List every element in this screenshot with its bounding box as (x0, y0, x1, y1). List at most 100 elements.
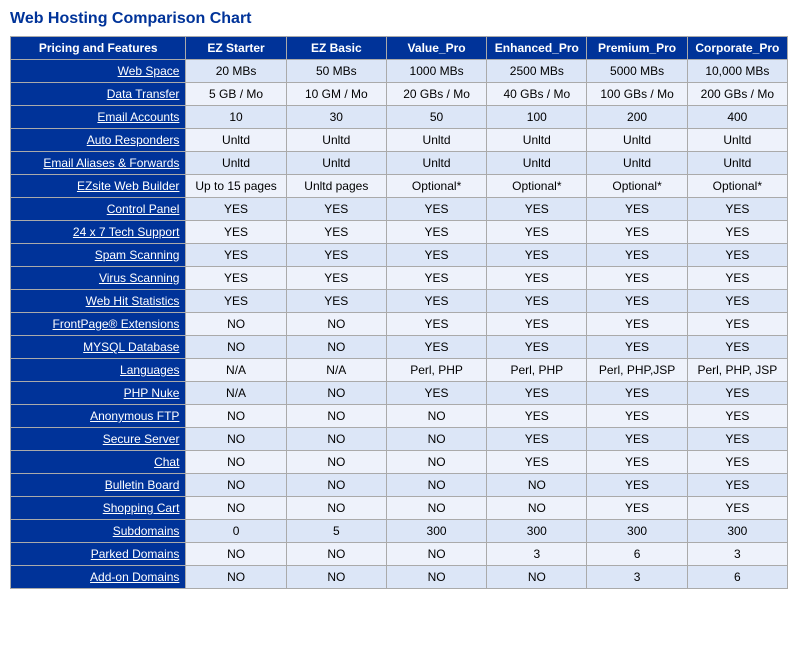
table-row: Email Accounts103050100200400 (11, 106, 788, 129)
cell-value: YES (687, 474, 787, 497)
table-row: Web Space20 MBs50 MBs1000 MBs2500 MBs500… (11, 60, 788, 83)
feature-label[interactable]: Auto Responders (11, 129, 186, 152)
feature-label[interactable]: Anonymous FTP (11, 405, 186, 428)
cell-value: NO (286, 566, 386, 589)
feature-label[interactable]: Web Space (11, 60, 186, 83)
cell-value: Optional* (386, 175, 486, 198)
cell-value: NO (186, 451, 286, 474)
table-row: Virus ScanningYESYESYESYESYESYES (11, 267, 788, 290)
feature-label[interactable]: 24 x 7 Tech Support (11, 221, 186, 244)
feature-label[interactable]: Secure Server (11, 428, 186, 451)
cell-value: Unltd (186, 129, 286, 152)
feature-label[interactable]: Subdomains (11, 520, 186, 543)
cell-value: YES (386, 267, 486, 290)
plan-header-enhanced-pro: Enhanced_Pro (487, 37, 587, 60)
table-row: ChatNONONOYESYESYES (11, 451, 788, 474)
plan-header-value-pro: Value_Pro (386, 37, 486, 60)
cell-value: 0 (186, 520, 286, 543)
cell-value: NO (386, 428, 486, 451)
table-row: Parked DomainsNONONO363 (11, 543, 788, 566)
feature-label[interactable]: EZsite Web Builder (11, 175, 186, 198)
plan-header-premium-pro: Premium_Pro (587, 37, 687, 60)
table-row: Web Hit StatisticsYESYESYESYESYESYES (11, 290, 788, 313)
cell-value: NO (286, 405, 386, 428)
feature-label[interactable]: Web Hit Statistics (11, 290, 186, 313)
cell-value: 3 (487, 543, 587, 566)
feature-label[interactable]: Shopping Cart (11, 497, 186, 520)
cell-value: YES (386, 382, 486, 405)
cell-value: YES (687, 497, 787, 520)
table-row: Shopping CartNONONONOYESYES (11, 497, 788, 520)
cell-value: NO (286, 451, 386, 474)
cell-value: YES (587, 382, 687, 405)
cell-value: 5000 MBs (587, 60, 687, 83)
feature-label[interactable]: MYSQL Database (11, 336, 186, 359)
table-row: MYSQL DatabaseNONOYESYESYESYES (11, 336, 788, 359)
table-row: Bulletin BoardNONONONOYESYES (11, 474, 788, 497)
cell-value: 6 (687, 566, 787, 589)
cell-value: YES (587, 198, 687, 221)
feature-label[interactable]: FrontPage® Extensions (11, 313, 186, 336)
cell-value: Unltd (487, 152, 587, 175)
cell-value: Unltd pages (286, 175, 386, 198)
cell-value: Unltd (687, 129, 787, 152)
feature-label[interactable]: Spam Scanning (11, 244, 186, 267)
table-row: Control PanelYESYESYESYESYESYES (11, 198, 788, 221)
cell-value: Perl, PHP (386, 359, 486, 382)
cell-value: YES (687, 221, 787, 244)
cell-value: YES (687, 244, 787, 267)
cell-value: 300 (587, 520, 687, 543)
table-row: 24 x 7 Tech SupportYESYESYESYESYESYES (11, 221, 788, 244)
feature-label[interactable]: PHP Nuke (11, 382, 186, 405)
plan-header-ez-basic: EZ Basic (286, 37, 386, 60)
cell-value: YES (587, 221, 687, 244)
cell-value: Up to 15 pages (186, 175, 286, 198)
table-row: FrontPage® ExtensionsNONOYESYESYESYES (11, 313, 788, 336)
feature-label[interactable]: Virus Scanning (11, 267, 186, 290)
pricing-features-header: Pricing and Features (11, 37, 186, 60)
cell-value: NO (186, 336, 286, 359)
cell-value: YES (687, 336, 787, 359)
cell-value: YES (587, 336, 687, 359)
cell-value: NO (386, 543, 486, 566)
feature-label[interactable]: Bulletin Board (11, 474, 186, 497)
feature-label[interactable]: Email Aliases & Forwards (11, 152, 186, 175)
cell-value: YES (687, 405, 787, 428)
cell-value: NO (487, 474, 587, 497)
cell-value: YES (386, 336, 486, 359)
cell-value: 50 MBs (286, 60, 386, 83)
cell-value: YES (487, 451, 587, 474)
table-row: Secure ServerNONONOYESYESYES (11, 428, 788, 451)
feature-label[interactable]: Add-on Domains (11, 566, 186, 589)
table-row: Subdomains05300300300300 (11, 520, 788, 543)
cell-value: NO (286, 497, 386, 520)
feature-label[interactable]: Control Panel (11, 198, 186, 221)
cell-value: YES (286, 267, 386, 290)
table-row: Spam ScanningYESYESYESYESYESYES (11, 244, 788, 267)
cell-value: NO (386, 497, 486, 520)
cell-value: Unltd (587, 152, 687, 175)
cell-value: Unltd (687, 152, 787, 175)
cell-value: NO (487, 566, 587, 589)
cell-value: NO (186, 497, 286, 520)
cell-value: 10,000 MBs (687, 60, 787, 83)
feature-label[interactable]: Email Accounts (11, 106, 186, 129)
cell-value: 300 (386, 520, 486, 543)
feature-label[interactable]: Languages (11, 359, 186, 382)
cell-value: 3 (687, 543, 787, 566)
feature-label[interactable]: Data Transfer (11, 83, 186, 106)
feature-label[interactable]: Parked Domains (11, 543, 186, 566)
cell-value: 200 (587, 106, 687, 129)
feature-label[interactable]: Chat (11, 451, 186, 474)
cell-value: YES (587, 451, 687, 474)
cell-value: YES (587, 244, 687, 267)
cell-value: 5 GB / Mo (186, 83, 286, 106)
cell-value: YES (687, 267, 787, 290)
cell-value: YES (587, 405, 687, 428)
cell-value: 10 (186, 106, 286, 129)
cell-value: 40 GBs / Mo (487, 83, 587, 106)
cell-value: YES (487, 428, 587, 451)
cell-value: 10 GM / Mo (286, 83, 386, 106)
cell-value: NO (186, 405, 286, 428)
cell-value: NO (186, 428, 286, 451)
